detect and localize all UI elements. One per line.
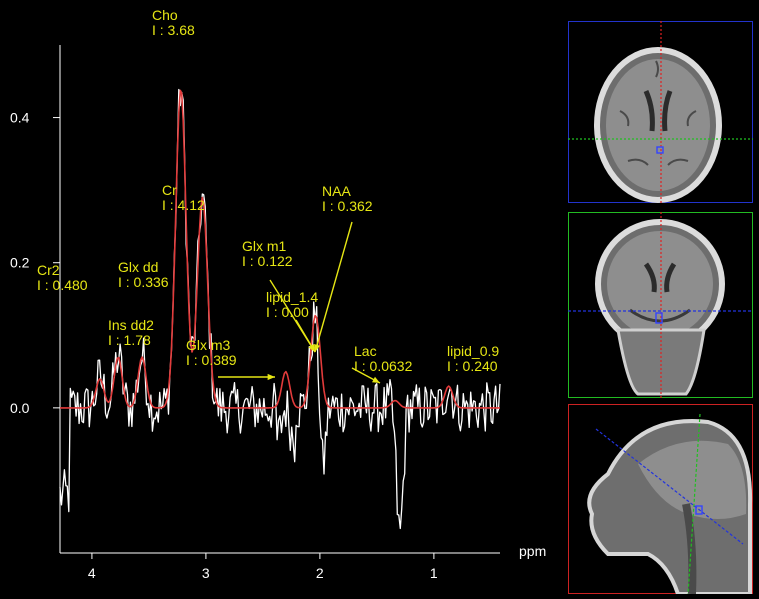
peak-pointer-line [314,221,353,353]
peak-pointer-arrowhead [267,373,275,381]
mri-sagittal-panel [568,404,753,594]
x-tick-label: 1 [430,565,438,581]
spectrum-chart: 0.00.20.44 3 2 1 ChoI : 3.68CrI : 4.12Cr2I … [10,7,546,581]
x-axis-label: ppm [519,543,546,559]
mri-axial-panel [568,21,753,203]
peak-name-label: lipid_1.4 [266,289,318,305]
peak-integral-label: I : 0.240 [447,358,498,374]
y-tick-label: 0.4 [10,110,30,126]
peak-name-label: Glx m3 [186,337,231,353]
peak-integral-label: I : 0.389 [186,352,237,368]
x-tick-label: 2 [316,565,324,581]
peak-labels: ChoI : 3.68CrI : 4.12Cr2I : 0.480Glx ddI… [37,7,499,384]
x-tick-label: 4 [88,565,96,581]
peak-name-label: Cr2 [37,262,60,278]
peak-integral-label: I : 0.362 [322,198,373,214]
peak-name-label: Glx dd [118,259,158,275]
peak-name-label: NAA [322,183,351,199]
peak-integral-label: I : 4.12 [162,197,205,213]
peak-integral-label: I : 0.122 [242,253,293,269]
x-tick-label: 3 [202,565,210,581]
peak-name-label: lipid_0.9 [447,343,499,359]
y-tick-label: 0.0 [10,400,30,416]
peak-integral-label: I : 0.336 [118,274,169,290]
peak-integral-label: I : 3.68 [152,22,195,38]
peak-name-label: Ins dd2 [108,317,154,333]
chart-axes: 0.0 0.2 0.4 4 3 2 1 [10,45,500,581]
axial-brain [606,59,710,191]
peak-name-label: Lac [354,343,377,359]
peak-integral-label: I : 1.78 [108,332,151,348]
y-tick-label: 0.2 [10,255,30,271]
peak-integral-label: I : 0.00 [266,304,309,320]
mri-coronal-panel [568,212,753,398]
peak-name-label: Cr [162,182,177,198]
peak-name-label: Cho [152,7,178,23]
peak-name-label: Glx m1 [242,238,287,254]
peak-integral-label: I : 0.480 [37,277,88,293]
peak-integral-label: I : 0.0632 [354,358,413,374]
